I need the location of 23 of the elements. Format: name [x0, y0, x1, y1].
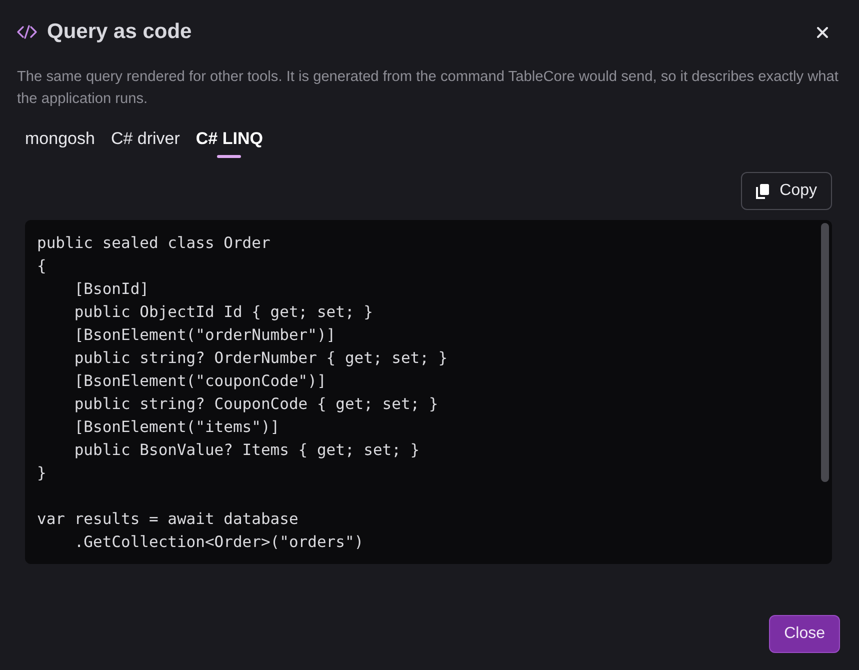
- dialog-title: Query as code: [47, 20, 193, 44]
- copy-button[interactable]: Copy: [740, 172, 832, 210]
- copy-icon: [756, 183, 770, 199]
- tab[interactable]: C# LINQ: [188, 122, 271, 158]
- code-line: }: [37, 463, 48, 484]
- code-line: [BsonElement("orderNumber")]: [73, 325, 337, 346]
- code-line: public ObjectId Id { get; set; }: [73, 302, 374, 323]
- code-icon: [17, 25, 37, 39]
- code-line: [BsonElement("couponCode")]: [73, 371, 328, 392]
- code-line: public string? OrderNumber { get; set; }: [73, 348, 449, 369]
- tab[interactable]: mongosh: [17, 122, 103, 158]
- code-line: .GetCollection<Order>("orders"): [73, 532, 365, 553]
- code-line: {: [37, 256, 48, 277]
- scrollbar[interactable]: [821, 223, 829, 482]
- code-line: [BsonElement("items")]: [73, 417, 281, 438]
- close-button[interactable]: Close: [769, 615, 840, 653]
- tab[interactable]: C# driver: [102, 122, 188, 158]
- dialog-description: The same query rendered for other tools. It is generated from the command TableCore would send, so it describes exactly what the application runs.: [17, 68, 840, 109]
- code-line: var results = await database: [37, 509, 300, 530]
- code-line: [BsonId]: [73, 279, 150, 300]
- code-line: public sealed class Order: [37, 233, 272, 254]
- code-line: public BsonValue? Items { get; set; }: [73, 440, 421, 461]
- code-line: public string? CouponCode { get; set; }: [73, 394, 440, 415]
